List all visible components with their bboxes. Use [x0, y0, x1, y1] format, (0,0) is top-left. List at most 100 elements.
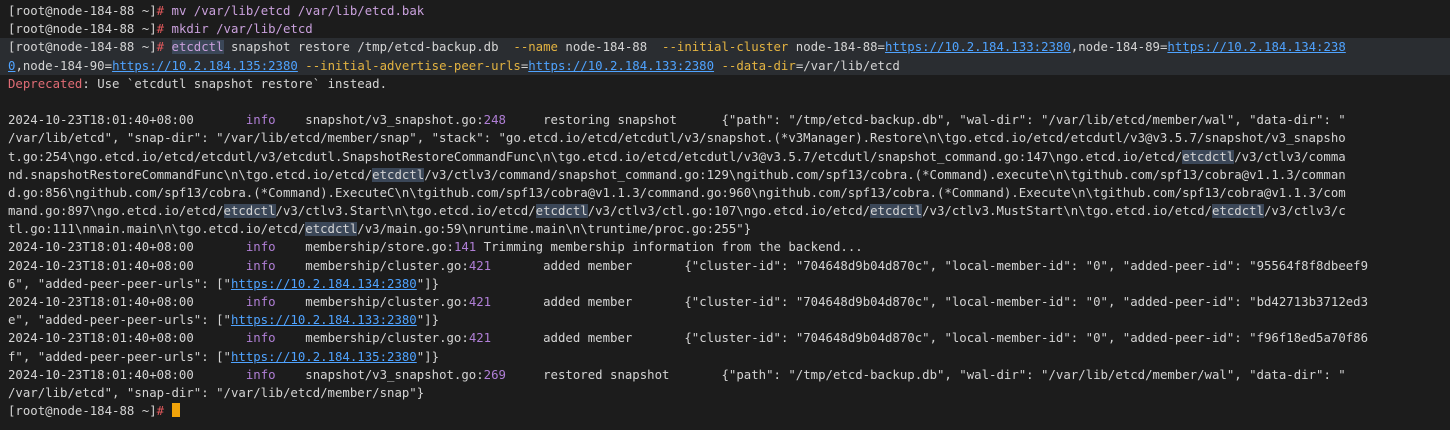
log-line-cont: d.go:856\ngithub.com/spf13/cobra.(*Comma…	[8, 184, 1450, 202]
command-text: mv /var/lib/etcd /var/lib/etcd.bak	[164, 4, 425, 18]
url-link[interactable]: https://10.2.184.135:2380	[231, 350, 417, 364]
terminal-line-current-prompt[interactable]: [root@node-184-88 ~]#	[8, 402, 1450, 420]
log-timestamp: 2024-10-23T18:01:40+08:00	[8, 113, 194, 128]
log-message: restoring snapshot	[505, 113, 722, 128]
etcdctl-highlight: etcdctl	[372, 167, 425, 182]
etcdctl-selected: etcdctl	[171, 40, 224, 55]
log-json: mand.go:897\ngo.etcd.io/etcd/	[8, 204, 224, 219]
prompt-hash: #	[156, 22, 165, 37]
log-line-cont: tl.go:111\nmain.main\n\tgo.etcd.io/etcd/…	[8, 220, 1450, 238]
colon: :	[461, 295, 469, 309]
log-json: d.go:856\ngithub.com/spf13/cobra.(*Comma…	[8, 185, 1346, 200]
log-json: t.go:254\ngo.etcd.io/etcd/etcdutl/v3/etc…	[8, 149, 1183, 164]
log-json: 6", "added-peer-peer-urls": ["	[8, 276, 231, 291]
flag-data-dir: --data-dir	[721, 58, 796, 73]
log-json: /v3/ctlv3.MustStart\n\tgo.etcd.io/etcd/	[922, 204, 1212, 219]
terminal-line-restore-cmd: [root@node-184-88 ~]# etcdctl snapshot r…	[0, 38, 1450, 57]
log-line-cont: mand.go:897\ngo.etcd.io/etcd/etcdctl/v3/…	[8, 202, 1450, 220]
colon: :	[476, 367, 484, 382]
log-json: /v3/ctlv3/ctl.go:107\ngo.etcd.io/etcd/	[587, 204, 871, 219]
terminal-window[interactable]: [root@node-184-88 ~]# mv /var/lib/etcd /…	[0, 0, 1450, 430]
log-line-cont: 6", "added-peer-peer-urls": ["https://10…	[8, 275, 1450, 293]
log-source-file: snapshot/v3_snapshot.go	[305, 367, 477, 382]
shell-prompt: [root@node-184-88 ~]	[8, 40, 157, 55]
log-timestamp: 2024-10-23T18:01:40+08:00	[8, 295, 194, 309]
url-link[interactable]: https://10.2.184.135:2380	[112, 59, 298, 73]
log-level: info	[245, 295, 276, 309]
log-json: {"path": "/tmp/etcd-backup.db", "wal-dir…	[721, 367, 1346, 382]
log-line-cont: f", "added-peer-peer-urls": ["https://10…	[8, 348, 1450, 366]
log-json: f", "added-peer-peer-urls": ["	[8, 349, 231, 364]
log-message: added member	[491, 295, 685, 309]
log-json: /v3/ctlv3/comma	[1234, 149, 1346, 164]
log-line-number: 421	[468, 258, 492, 273]
colon: :	[461, 331, 469, 346]
log-json: tl.go:111\nmain.main\n\tgo.etcd.io/etcd/	[8, 222, 306, 237]
log-line: 2024-10-23T18:01:40+08:00 info membershi…	[8, 329, 1450, 347]
log-json: e", "added-peer-peer-urls": ["	[8, 313, 231, 328]
log-line: 2024-10-23T18:01:40+08:00 info membershi…	[8, 293, 1450, 311]
log-json: /v3/ctlv3.Start\n\tgo.etcd.io/etcd/	[275, 204, 536, 219]
etcdctl-highlight: etcdctl	[223, 204, 276, 219]
terminal-line-mv: [root@node-184-88 ~]# mv /var/lib/etcd /…	[8, 2, 1450, 20]
log-json: "]}	[416, 349, 440, 364]
flag-initial-cluster: --initial-cluster	[662, 40, 789, 55]
shell-prompt: [root@node-184-88 ~]	[8, 22, 157, 37]
etcdctl-highlight: etcdctl	[305, 222, 358, 237]
terminal-line-restore-cmd-cont: 0,node-184-90=https://10.2.184.135:2380 …	[0, 56, 1450, 75]
log-line-number: 269	[483, 367, 506, 382]
log-line: 2024-10-23T18:01:40+08:00 info snapshot/…	[8, 111, 1450, 129]
prompt-hash: #	[156, 40, 165, 55]
prompt-hash: #	[156, 404, 165, 419]
initial-cluster-value: node-184-88=	[788, 40, 885, 55]
deprecated-label: Deprecated	[8, 76, 83, 91]
log-line-number: 421	[468, 331, 492, 346]
shell-prompt: [root@node-184-88 ~]	[8, 404, 157, 419]
log-source-file: membership/cluster.go	[305, 331, 462, 346]
log-level: info	[245, 113, 276, 128]
log-timestamp: 2024-10-23T18:01:40+08:00	[8, 367, 194, 382]
log-json: "]}	[416, 276, 440, 291]
log-json: "]}	[416, 313, 440, 328]
log-json: /var/lib/etcd", "snap-dir": "/var/lib/et…	[8, 131, 1346, 146]
url-link[interactable]: https://10.2.184.133:2380	[528, 59, 714, 73]
log-source-file: membership/cluster.go	[305, 295, 462, 309]
log-timestamp: 2024-10-23T18:01:40+08:00	[8, 258, 194, 273]
etcdctl-highlight: etcdctl	[1211, 204, 1264, 219]
prompt-hash: #	[156, 4, 165, 18]
colon: :	[476, 113, 484, 128]
log-timestamp: 2024-10-23T18:01:40+08:00	[8, 331, 194, 346]
log-json: /var/lib/etcd", "snap-dir": "/var/lib/et…	[8, 385, 425, 400]
url-link[interactable]: https://10.2.184.133:2380	[885, 40, 1071, 54]
log-json: {"path": "/tmp/etcd-backup.db", "wal-dir…	[721, 113, 1346, 128]
url-link[interactable]: https://10.2.184.134:2380	[231, 277, 417, 291]
deprecated-message: : Use `etcdutl snapshot restore` instead…	[82, 76, 388, 91]
initial-cluster-value: ,node-184-89=	[1070, 40, 1168, 55]
log-line-cont: /var/lib/etcd", "snap-dir": "/var/lib/et…	[8, 129, 1450, 147]
log-line-number: 141	[453, 240, 477, 255]
log-source-file: membership/cluster.go	[305, 258, 462, 273]
cursor-block[interactable]	[171, 403, 180, 418]
url-link[interactable]: https://10.2.184.134:238	[1167, 40, 1345, 54]
url-link[interactable]: https://10.2.184.133:2380	[231, 313, 417, 327]
etcdctl-highlight: etcdctl	[1182, 149, 1235, 164]
log-line-cont: e", "added-peer-peer-urls": ["https://10…	[8, 311, 1450, 329]
log-json: /v3/ctlv3/c	[1264, 204, 1346, 219]
log-level: info	[245, 258, 276, 273]
terminal-line-deprecated: Deprecated: Use `etcdutl snapshot restor…	[8, 75, 1450, 93]
log-message: Trimming membership information from the…	[476, 240, 863, 255]
log-level: info	[245, 331, 276, 346]
